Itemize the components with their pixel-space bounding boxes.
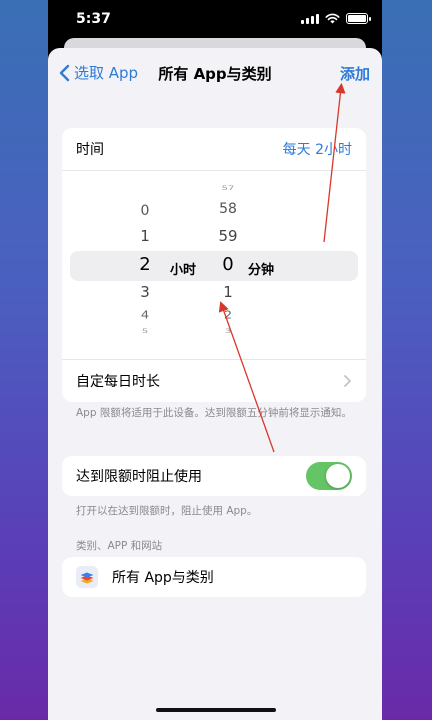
hour-unit-label: 小时 (170, 263, 197, 278)
time-value: 每天 2小时 (282, 142, 352, 158)
minute-unit-label: 分钟 (248, 263, 275, 278)
hour-option[interactable]: 3 (122, 283, 168, 301)
hour-option[interactable]: 4 (122, 310, 168, 322)
toggle-knob (326, 464, 350, 488)
block-group: 达到限额时阻止使用 (62, 456, 366, 496)
status-icons (301, 13, 371, 24)
hour-option[interactable]: 0 (122, 203, 168, 219)
section-header: 类别、APP 和网站 (76, 540, 163, 552)
category-row[interactable]: 所有 App与类别 (62, 557, 366, 597)
minute-option[interactable]: 3 (208, 328, 248, 335)
settings-sheet: 选取 App 所有 App与类别 添加 时间 每天 2小时 0 1 2 3 4 … (48, 48, 382, 720)
block-at-limit-toggle[interactable] (306, 462, 352, 490)
time-picker: 0 1 2 3 4 5 小时 57 58 59 0 1 2 3 分钟 (62, 170, 366, 360)
category-row-label: 所有 App与类别 (112, 570, 214, 586)
time-footnote: App 限额将适用于此设备。达到限额五分钟前将显示通知。 (76, 407, 352, 419)
app-stack-icon (76, 566, 98, 588)
status-time: 5:37 (76, 11, 111, 27)
phone-screen: 5:37 选取 App 所有 App与类别 添加 时间 每天 2小时 0 1 2… (48, 0, 382, 720)
minute-option[interactable]: 58 (208, 201, 248, 217)
hour-option[interactable]: 5 (122, 328, 168, 335)
time-row[interactable]: 时间 每天 2小时 (62, 128, 366, 170)
block-at-limit-row: 达到限额时阻止使用 (62, 456, 366, 496)
minute-option[interactable]: 1 (208, 283, 248, 301)
hour-option[interactable]: 1 (122, 227, 168, 245)
chevron-right-icon (344, 375, 351, 387)
status-bar: 5:37 (48, 0, 382, 40)
time-label: 时间 (76, 142, 104, 158)
navigation-bar: 选取 App 所有 App与类别 添加 (48, 48, 382, 98)
time-limit-group: 时间 每天 2小时 0 1 2 3 4 5 小时 57 58 59 0 1 2 … (62, 128, 366, 402)
custom-daily-duration-row[interactable]: 自定每日时长 (62, 360, 366, 402)
block-at-limit-label: 达到限额时阻止使用 (76, 469, 202, 485)
block-footnote: 打开以在达到限额时，阻止使用 App。 (76, 505, 258, 517)
wifi-icon (325, 13, 340, 24)
hour-selected[interactable]: 2 (122, 254, 168, 275)
minute-option[interactable]: 59 (208, 227, 248, 245)
hour-wheel[interactable]: 0 1 2 3 4 5 (122, 171, 168, 359)
category-group: 所有 App与类别 (62, 557, 366, 597)
add-button[interactable]: 添加 (340, 63, 370, 84)
minute-option[interactable]: 2 (208, 310, 248, 322)
minute-wheel[interactable]: 57 58 59 0 1 2 3 (208, 171, 248, 359)
minute-selected[interactable]: 0 (208, 254, 248, 275)
minute-option[interactable]: 57 (208, 185, 248, 192)
custom-daily-duration-label: 自定每日时长 (76, 374, 160, 390)
page-title: 所有 App与类别 (158, 65, 272, 83)
cellular-signal-icon (301, 13, 319, 24)
home-indicator (156, 708, 276, 712)
battery-icon (346, 13, 371, 24)
